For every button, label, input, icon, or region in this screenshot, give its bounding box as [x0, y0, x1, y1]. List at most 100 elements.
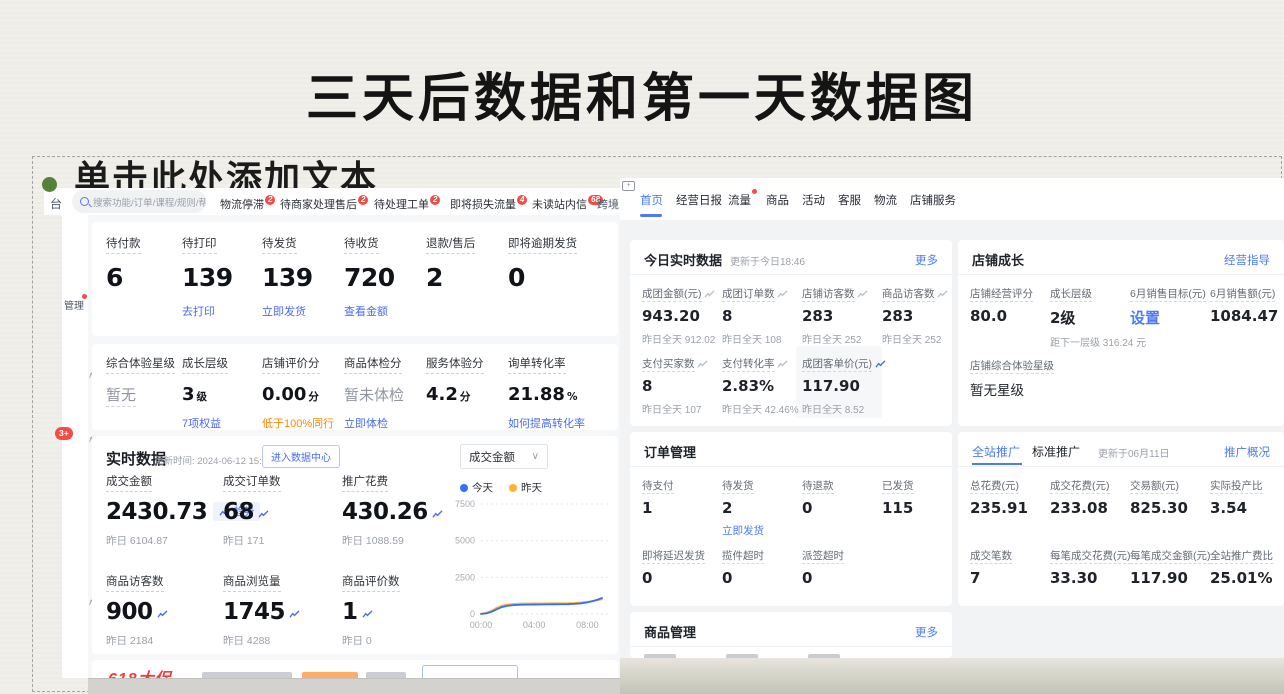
trend-icon[interactable]	[777, 360, 788, 369]
trend-icon[interactable]	[937, 290, 948, 299]
cell-value: 2	[722, 499, 806, 517]
badge: 4	[517, 195, 527, 205]
right-dashboard-screenshot: + 首页 经营日报 流量 商品 活动 客服 物流 店铺服务 今日实时数据 更新于…	[620, 178, 1284, 658]
below-peers-link[interactable]: 低于100%同行	[262, 415, 334, 431]
metric-label: 推广花费	[342, 473, 388, 492]
chart-legend: 今天 昨天	[460, 480, 542, 495]
ship-now-link[interactable]: 立即发货	[262, 303, 306, 319]
topnav-aftersale[interactable]: 待商家处理售后2	[280, 196, 367, 212]
cell-value: 115	[882, 499, 952, 517]
trend-icon[interactable]	[432, 510, 443, 519]
tab-shop-services[interactable]: 店铺服务	[910, 192, 956, 208]
cell-label: 成交笔数	[970, 550, 1012, 564]
cell-label: 派签超时	[802, 550, 844, 564]
search-input[interactable]: 搜索功能/订单/课程/规则/帮助/服务	[72, 190, 206, 213]
stat-label: 店铺评价分	[262, 355, 320, 374]
ship-now-link[interactable]: 立即发货	[722, 523, 806, 538]
cell-label: 全站推广费比	[1210, 550, 1273, 564]
topnav-traffic-loss[interactable]: 即将损失流量4	[450, 196, 526, 212]
tab-logistics[interactable]: 物流	[874, 192, 897, 208]
legend-yesterday[interactable]: 昨天	[509, 480, 542, 495]
tab-activities[interactable]: 活动	[802, 192, 825, 208]
view-amount-link[interactable]: 查看金额	[344, 303, 388, 319]
divider	[958, 466, 1284, 467]
promo-button[interactable]	[422, 665, 518, 678]
legend-today[interactable]: 今天	[460, 480, 493, 495]
trend-icon[interactable]	[704, 290, 715, 299]
cell-value: 117.90	[1130, 569, 1214, 587]
notification-dot	[752, 189, 757, 194]
realtime-chart: 025005000750000:0004:0008:00	[448, 496, 616, 637]
improve-conversion-link[interactable]: 如何提高转化率	[508, 415, 585, 431]
tab-standard-promo[interactable]: 标准推广	[1032, 443, 1080, 460]
metric-label: 商品访客数	[106, 573, 164, 592]
stat-label: 待打印	[182, 235, 217, 254]
tab-traffic[interactable]: 流量	[728, 192, 751, 208]
trend-icon[interactable]	[777, 290, 788, 299]
trend-icon[interactable]	[875, 360, 886, 369]
cell-value: 0	[642, 569, 726, 587]
svg-text:00:00: 00:00	[470, 620, 493, 630]
topnav-tickets[interactable]: 待处理工单2	[374, 196, 439, 212]
print-link[interactable]: 去打印	[182, 303, 215, 319]
stat-label: 询单转化率	[508, 355, 566, 374]
metric-yesterday: 昨日 6104.87	[106, 533, 221, 548]
search-icon	[80, 197, 89, 206]
tab-products[interactable]: 商品	[766, 192, 789, 208]
set-goal-link[interactable]: 设置	[1130, 307, 1214, 328]
chart-metric-select[interactable]: 成交金额∨	[460, 444, 548, 469]
health-check-link[interactable]: 立即体检	[344, 415, 388, 431]
tab-daily-report[interactable]: 经营日报	[676, 192, 722, 208]
svg-text:04:00: 04:00	[523, 620, 546, 630]
region-label: 跨境	[597, 196, 619, 212]
metric-value: 900	[106, 599, 153, 625]
workbench-label: 台	[50, 195, 62, 212]
topnav-messages[interactable]: 未读站内信68	[532, 196, 602, 212]
todo-card: 待付款6 待打印139去打印 待发货139立即发货 待收货720查看金额 退款/…	[92, 222, 618, 336]
stat-label: 服务体验分	[426, 355, 484, 374]
tab-home[interactable]: 首页	[640, 192, 663, 208]
data-center-button[interactable]: 进入数据中心	[262, 445, 340, 468]
experience-card: 综合体验星级暂无 成长层级3级7项权益 店铺评价分0.00分低于100%同行 商…	[92, 344, 618, 430]
promo-overview-link[interactable]: 推广概况	[1224, 444, 1270, 460]
guide-link[interactable]: 经营指导	[1224, 252, 1270, 268]
cell-label: 揽件超时	[722, 550, 764, 564]
legend-dot	[509, 484, 517, 492]
svg-text:7500: 7500	[455, 499, 475, 509]
tab-service[interactable]: 客服	[838, 192, 861, 208]
stat-value: 暂无	[106, 386, 136, 407]
cell-label: 交易额(元)	[1130, 480, 1179, 494]
trend-icon[interactable]	[697, 360, 708, 369]
cell-yesterday: 昨日全天 252	[802, 331, 886, 346]
trend-icon[interactable]	[289, 610, 300, 619]
page-title: 三天后数据和第一天数据图	[0, 56, 1284, 131]
screen-plus-icon[interactable]: +	[622, 181, 635, 191]
badge: 2	[265, 195, 275, 205]
cell-value: 235.91	[970, 499, 1054, 517]
metric-yesterday: 昨日 2184	[106, 633, 221, 648]
cell-value: 2级	[1050, 307, 1134, 328]
cell-value: 0	[802, 569, 886, 587]
left-dashboard-screenshot: 台 搜索功能/订单/课程/规则/帮助/服务 物流停滞2 待商家处理售后2 待处理…	[44, 188, 620, 678]
cell-label: 待发货	[722, 480, 754, 494]
promo-618-card: 618大促	[92, 660, 618, 678]
tab-sitewide-promo[interactable]: 全站推广	[972, 443, 1020, 460]
sidebar-item-manage[interactable]: 管理	[64, 297, 86, 312]
trend-icon[interactable]	[157, 610, 168, 619]
cell-label: 已发货	[882, 480, 914, 494]
trend-icon[interactable]	[857, 290, 868, 299]
photo-edge-strip	[88, 678, 620, 694]
more-link[interactable]: 更多	[915, 252, 938, 268]
left-topbar: 台 搜索功能/订单/课程/规则/帮助/服务 物流停滞2 待商家处理售后2 待处理…	[44, 188, 620, 215]
trend-icon[interactable]	[362, 610, 373, 619]
cell-label: 待退款	[802, 480, 834, 494]
chevron-down-icon: ∨	[532, 451, 539, 462]
trend-icon[interactable]	[258, 510, 269, 519]
shop-growth-panel: 店铺成长 经营指导 店铺经营评分80.0 成长层级2级距下一层级 316.24 …	[958, 240, 1284, 426]
more-link[interactable]: 更多	[915, 624, 938, 640]
benefits-link[interactable]: 7项权益	[182, 415, 221, 431]
divider	[630, 274, 952, 275]
cell-value: 0	[722, 569, 806, 587]
stat-label: 综合体验星级	[106, 355, 175, 374]
topnav-logistics[interactable]: 物流停滞2	[220, 196, 274, 212]
